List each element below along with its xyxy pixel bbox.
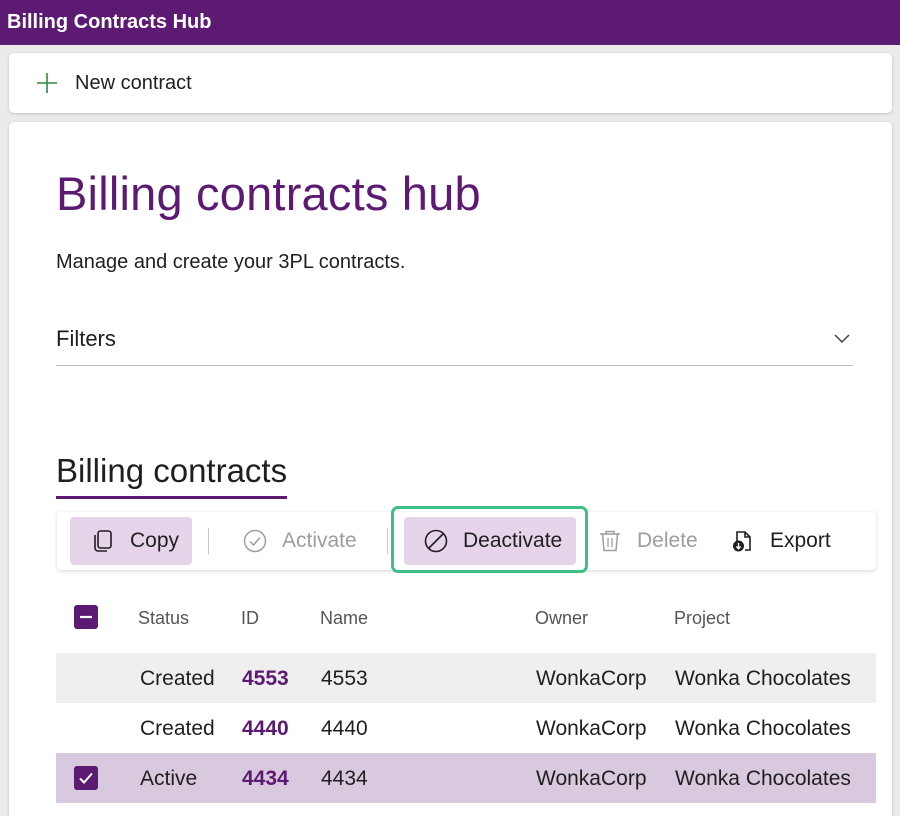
- filters-label: Filters: [56, 325, 116, 351]
- export-label: Export: [770, 529, 831, 552]
- prohibited-icon: [424, 529, 448, 553]
- export-button[interactable]: Export: [730, 517, 850, 565]
- new-contract-button[interactable]: New contract: [35, 71, 192, 95]
- app-title: Billing Contracts Hub: [7, 11, 212, 33]
- page-subtitle: Manage and create your 3PL contracts.: [56, 251, 406, 273]
- table-row[interactable]: Created 4553 4553 WonkaCorp Wonka Chocol…: [56, 653, 876, 703]
- row-checkbox[interactable]: [74, 766, 98, 790]
- activate-label: Activate: [282, 529, 357, 552]
- indeterminate-icon: [80, 615, 92, 619]
- cell-owner: WonkaCorp: [536, 717, 647, 740]
- toolbar-divider: [208, 528, 209, 554]
- cell-owner: WonkaCorp: [536, 667, 647, 690]
- column-header-id[interactable]: ID: [241, 608, 259, 629]
- billing-contracts-tab[interactable]: Billing contracts: [56, 452, 288, 499]
- cell-status: Created: [140, 717, 215, 740]
- export-icon: [733, 531, 751, 552]
- grid-toolbar: Copy Activate Deactivate Delete Export: [57, 512, 876, 570]
- cell-id-link[interactable]: 4434: [242, 767, 289, 791]
- trash-icon: [600, 530, 620, 552]
- checkmark-icon: [79, 772, 93, 784]
- select-all-checkbox[interactable]: [74, 605, 98, 629]
- cell-id-link[interactable]: 4440: [242, 717, 289, 741]
- command-bar: New contract: [9, 53, 892, 113]
- cell-status: Active: [140, 767, 198, 790]
- app-title-bar: Billing Contracts Hub: [0, 0, 900, 45]
- grid-header: Status ID Name Owner Project: [56, 592, 886, 642]
- column-header-status[interactable]: Status: [138, 608, 189, 629]
- cell-project: Wonka Chocolates: [675, 717, 851, 740]
- column-header-name[interactable]: Name: [320, 608, 368, 629]
- table-row[interactable]: Created 4440 4440 WonkaCorp Wonka Chocol…: [56, 703, 876, 753]
- delete-label: Delete: [637, 529, 698, 552]
- filters-expander[interactable]: Filters: [56, 318, 853, 366]
- copy-label: Copy: [130, 529, 180, 552]
- cell-owner: WonkaCorp: [536, 767, 647, 790]
- new-contract-label: New contract: [75, 71, 192, 94]
- copy-icon: [94, 530, 112, 552]
- chevron-down-icon[interactable]: [833, 329, 851, 347]
- column-header-project[interactable]: Project: [674, 608, 730, 629]
- deactivate-label: Deactivate: [463, 529, 563, 552]
- cell-id-link[interactable]: 4553: [242, 667, 289, 691]
- cell-name: 4434: [321, 767, 368, 790]
- cell-name: 4440: [321, 717, 368, 740]
- cell-name: 4553: [321, 667, 368, 690]
- column-header-owner[interactable]: Owner: [535, 608, 588, 629]
- plus-icon: [37, 73, 57, 93]
- activate-button[interactable]: Activate: [242, 517, 382, 565]
- cell-project: Wonka Chocolates: [675, 667, 851, 690]
- page-title: Billing contracts hub: [56, 167, 481, 220]
- delete-button[interactable]: Delete: [597, 517, 707, 565]
- check-circle-icon: [243, 529, 267, 553]
- deactivate-button[interactable]: Deactivate: [404, 517, 576, 565]
- table-row-selected[interactable]: Active 4434 4434 WonkaCorp Wonka Chocola…: [56, 753, 876, 803]
- cell-project: Wonka Chocolates: [675, 767, 851, 790]
- toolbar-divider: [387, 528, 388, 554]
- cell-status: Created: [140, 667, 215, 690]
- copy-button[interactable]: Copy: [70, 517, 192, 565]
